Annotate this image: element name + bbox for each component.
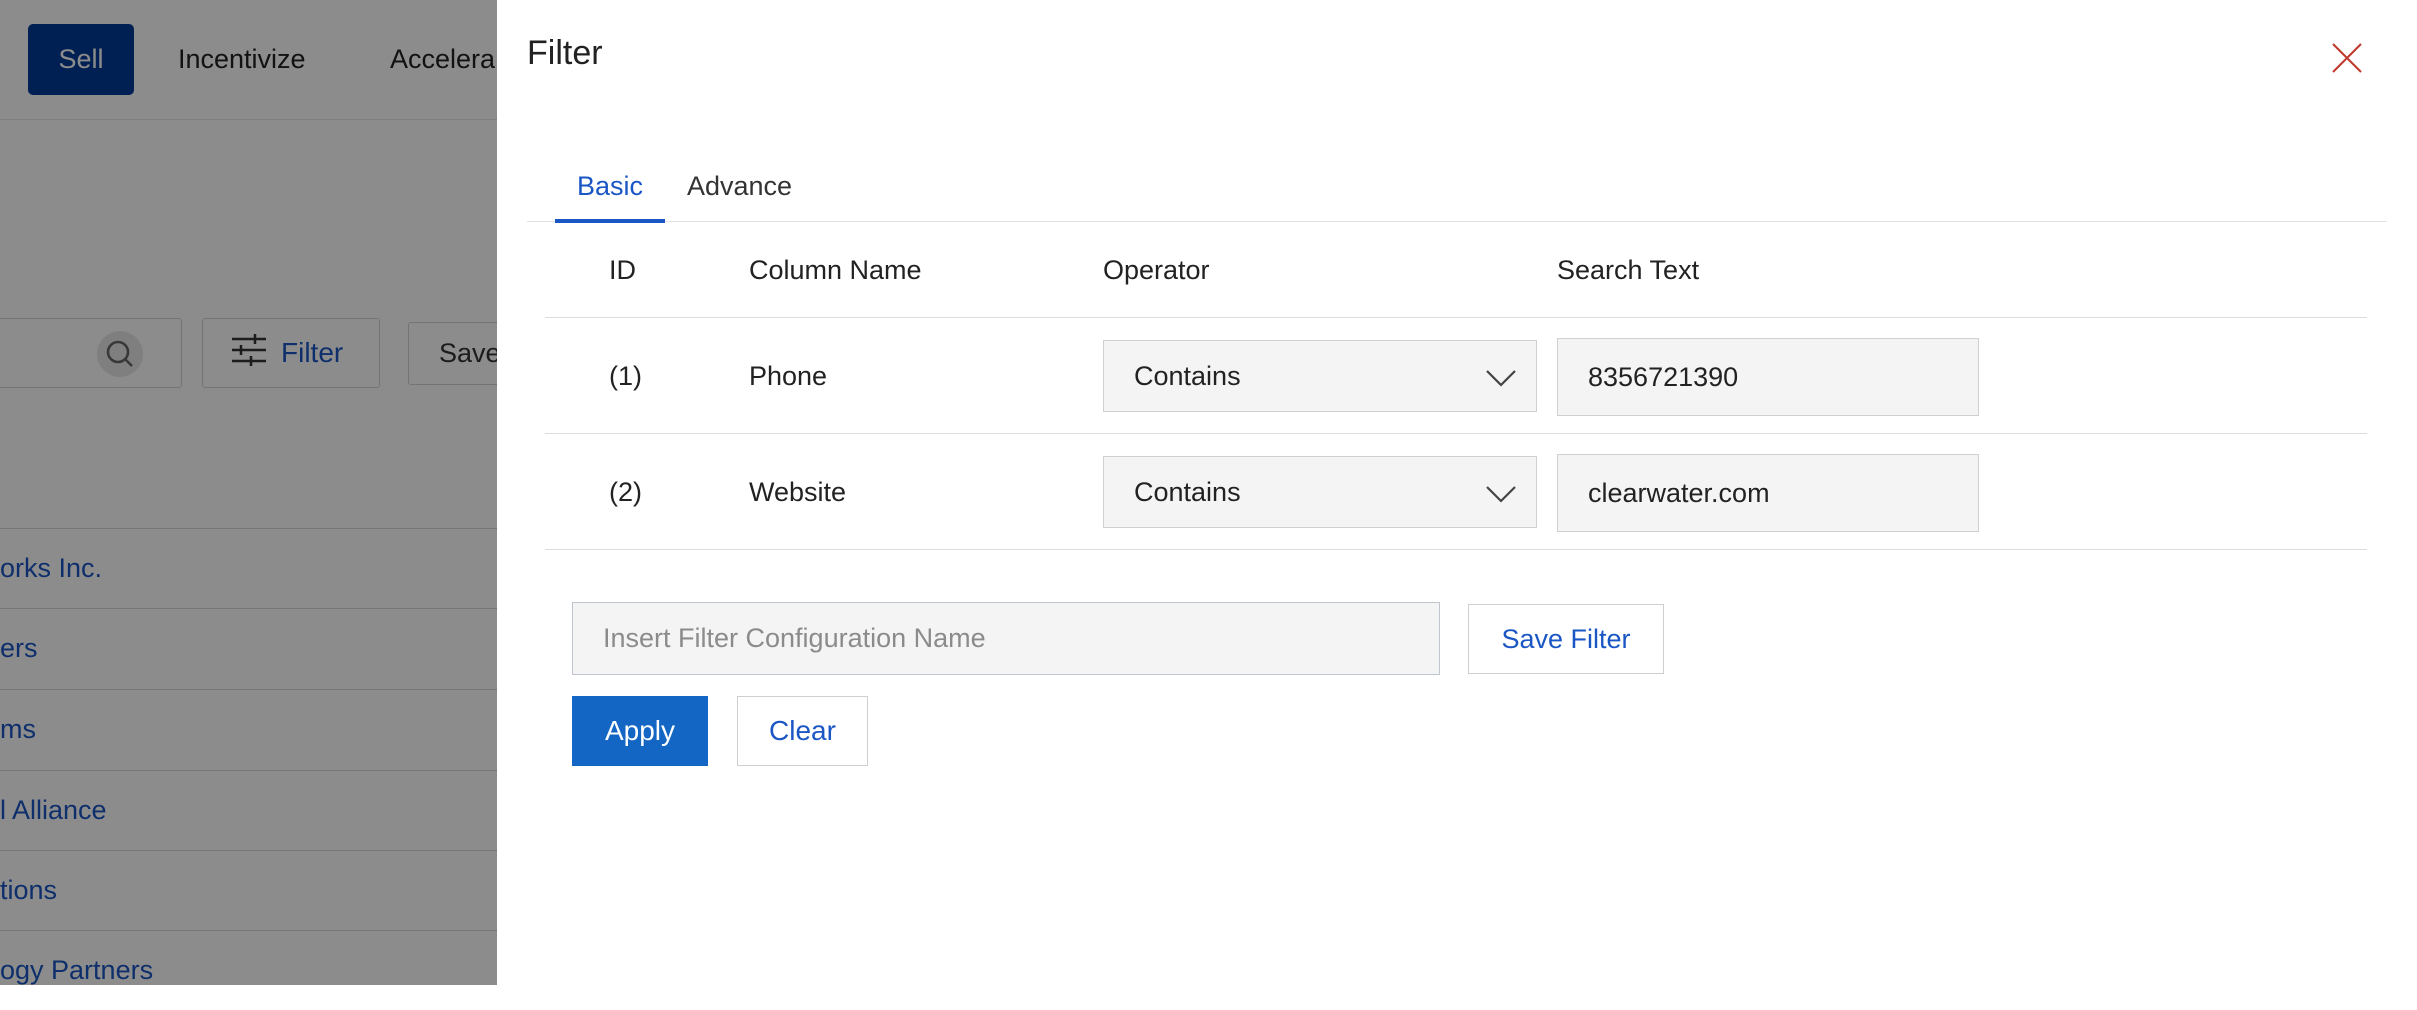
- operator-select-value: Contains: [1134, 360, 1241, 391]
- row-id: (1): [609, 360, 642, 391]
- close-button[interactable]: [2327, 38, 2367, 78]
- save-filter-button[interactable]: Save Filter: [1468, 604, 1664, 674]
- tab-basic[interactable]: Basic: [555, 150, 665, 223]
- table-row: (1) Phone Contains 8356721390: [545, 318, 2367, 434]
- filter-table: ID Column Name Operator Search Text (1) …: [545, 222, 2367, 550]
- search-text-input[interactable]: clearwater.com: [1557, 454, 1979, 532]
- modal-overlay[interactable]: [0, 0, 497, 985]
- table-header: ID Column Name Operator Search Text: [545, 222, 2367, 318]
- filter-tabs: Basic Advance: [527, 150, 2387, 223]
- tab-advance[interactable]: Advance: [687, 150, 792, 222]
- table-row: (2) Website Contains clearwater.com: [545, 434, 2367, 550]
- close-icon[interactable]: [2327, 38, 2367, 78]
- header-column-name: Column Name: [749, 254, 922, 285]
- operator-select-value: Contains: [1134, 476, 1241, 507]
- filter-config-name-input[interactable]: [572, 602, 1440, 675]
- header-operator: Operator: [1103, 254, 1210, 285]
- tab-basic-label: Basic: [576, 170, 644, 201]
- operator-select[interactable]: Contains: [1103, 456, 1537, 528]
- drawer-title: Filter: [527, 34, 603, 72]
- operator-select[interactable]: Contains: [1103, 340, 1537, 412]
- header-id: ID: [609, 254, 636, 285]
- chevron-down-icon: [1486, 486, 1516, 503]
- chevron-down-icon: [1486, 370, 1516, 387]
- filter-drawer: Filter Basic Advance ID Column Name Oper…: [497, 0, 2417, 985]
- clear-button[interactable]: Clear: [737, 696, 868, 766]
- row-id: (2): [609, 476, 642, 507]
- row-column-name: Phone: [749, 360, 828, 391]
- apply-button[interactable]: Apply: [572, 696, 708, 766]
- row-column-name: Website: [749, 476, 847, 507]
- search-text-input[interactable]: 8356721390: [1557, 338, 1979, 416]
- header-search-text: Search Text: [1557, 254, 1700, 285]
- tab-advance-label: Advance: [687, 170, 793, 201]
